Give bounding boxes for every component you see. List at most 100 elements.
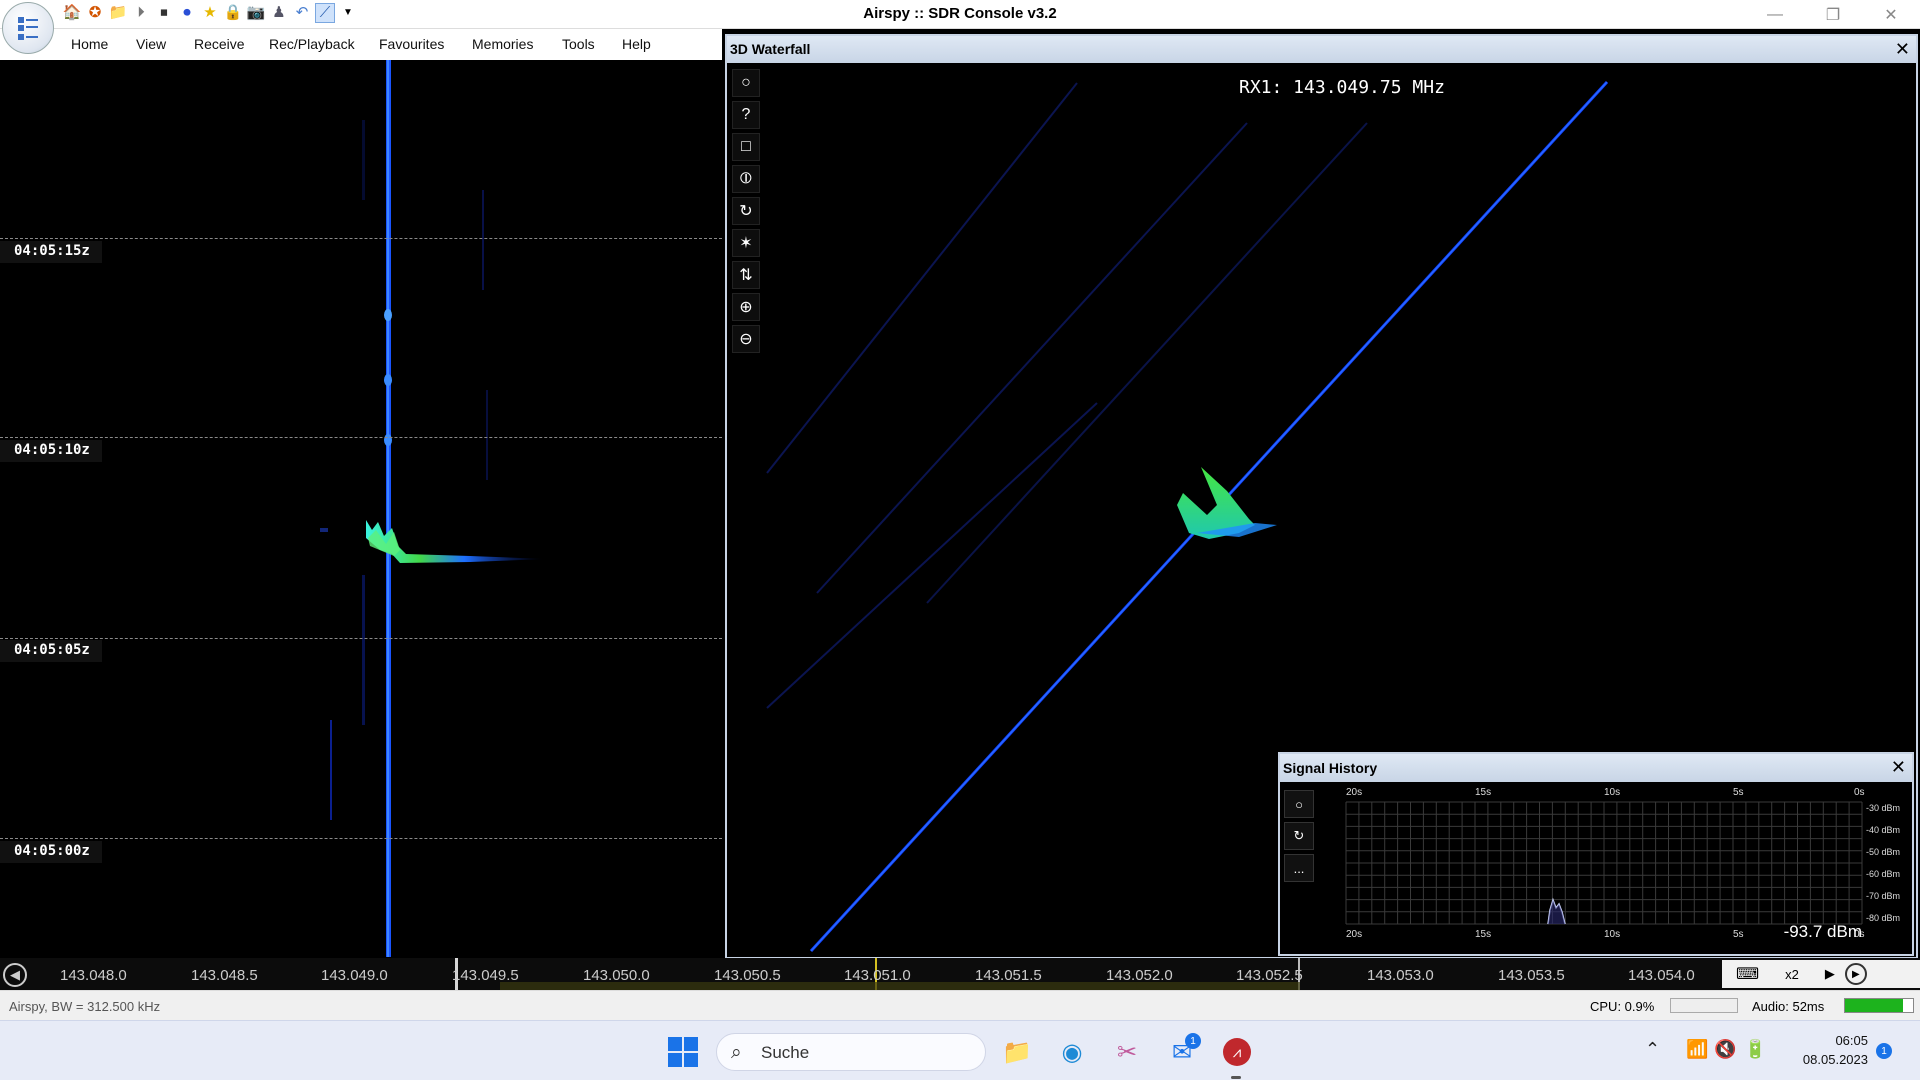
signal-history-panel: Signal History ✕ 20s 20s 15s 15s 10s 10s 5s 5s 0…	[1278, 752, 1914, 956]
sdr-console-taskbar-icon[interactable]: ⩘	[1220, 1035, 1254, 1069]
menu-favourites[interactable]: Favourites	[379, 36, 444, 52]
3d-waterfall-toolbar: ○ ? □ ⦶ ↻ ✶ ⇅ ⊕ ⊖	[732, 69, 760, 357]
wifi-icon[interactable]: 📶	[1686, 1039, 1708, 1060]
file-explorer-icon[interactable]: 📁	[1000, 1035, 1034, 1069]
device-bandwidth-status: Airspy, BW = 312.500 kHz	[9, 999, 161, 1014]
favourite-star-icon[interactable]: ★	[200, 3, 220, 23]
frequency-label: 143.050.5	[714, 967, 781, 984]
rotate-icon[interactable]: ↻	[732, 197, 760, 225]
time-axis-label: 10s	[1604, 929, 1620, 940]
snipping-tool-icon[interactable]: ✂	[1110, 1035, 1144, 1069]
play-icon[interactable]: ⏵	[131, 3, 151, 23]
scroll-right-button[interactable]: ▶	[1844, 963, 1867, 985]
title-bar: 🏠 ✪ 📁 ⏵ ⏹ ⏺ ★ 🔒 📷 ♟ ↶ ⟋ ▼ Airspy :: SDR …	[0, 0, 1920, 29]
3d-waterfall-close-button[interactable]: ✕	[1895, 39, 1910, 60]
level-axis-label: -30 dBm	[1866, 803, 1900, 813]
chart-icon[interactable]: ⟋	[315, 3, 335, 23]
user-icon[interactable]: ♟	[269, 3, 289, 23]
menu-tools[interactable]: Tools	[562, 36, 595, 52]
frequency-label: 143.048.0	[60, 967, 127, 984]
menu-receive[interactable]: Receive	[194, 36, 245, 52]
circle-icon[interactable]: ○	[1284, 790, 1314, 818]
time-axis-label: 10s	[1604, 787, 1620, 798]
taskbar-clock[interactable]: 06:05 08.05.2023	[1780, 1031, 1868, 1069]
signal-history-close-button[interactable]: ✕	[1891, 757, 1906, 778]
close-button[interactable]: ✕	[1862, 0, 1920, 29]
zoom-in-icon[interactable]: ⊕	[732, 293, 760, 321]
level-axis-label: -70 dBm	[1866, 891, 1900, 901]
time-label: 04:05:00z	[0, 841, 102, 863]
frequency-label: 143.049.5	[452, 967, 519, 984]
asterisk-icon[interactable]: ✶	[732, 229, 760, 257]
sdr-console-window: 🏠 ✪ 📁 ⏵ ⏹ ⏺ ★ 🔒 📷 ♟ ↶ ⟋ ▼ Airspy :: SDR …	[0, 0, 1920, 1080]
time-gridline	[0, 838, 722, 839]
cpu-status: CPU: 0.9%	[1590, 999, 1655, 1014]
mail-badge: 1	[1185, 1033, 1201, 1049]
square-icon[interactable]: □	[732, 133, 760, 161]
home-icon[interactable]: 🏠	[62, 3, 82, 23]
show-hidden-icons-icon[interactable]: ⌃	[1645, 1039, 1660, 1060]
edge-browser-icon[interactable]: ◉	[1055, 1035, 1089, 1069]
time-axis-label: 5s	[1733, 787, 1744, 798]
signal-history-toolbar: ○ ↻ ...	[1284, 790, 1314, 886]
dropdown-arrow-icon[interactable]: ▼	[338, 3, 358, 23]
frequency-scale[interactable]: ◀ 143.048.0 143.048.5 143.049.0 143.049.5 14…	[0, 958, 1920, 990]
keyboard-icon[interactable]: ⌨	[1736, 964, 1759, 984]
camera-icon[interactable]: 📷	[246, 3, 266, 23]
frequency-label: 143.052.0	[1106, 967, 1173, 984]
frequency-controls: ⌨ x2 ▶ ▶	[1722, 960, 1920, 988]
battery-icon[interactable]: 🔋	[1744, 1039, 1766, 1060]
frequency-label: 143.051.0	[844, 967, 911, 984]
level-axis-label: -80 dBm	[1866, 913, 1900, 923]
menu-memories[interactable]: Memories	[472, 36, 533, 52]
time-gridline	[0, 238, 722, 239]
search-placeholder: Suche	[761, 1043, 810, 1062]
start-button[interactable]	[668, 1037, 698, 1067]
application-menu-button[interactable]	[2, 2, 54, 54]
record-icon[interactable]: ⏺	[177, 3, 197, 23]
menu-home[interactable]: Home	[71, 36, 108, 52]
frequency-label: 143.049.0	[321, 967, 388, 984]
folder-icon[interactable]: 📁	[108, 3, 128, 23]
menu-rec-playback[interactable]: Rec/Playback	[269, 36, 355, 52]
help-icon[interactable]: ?	[732, 101, 760, 129]
waterfall-trace	[320, 60, 545, 957]
menu-view[interactable]: View	[136, 36, 166, 52]
zoom-next-icon[interactable]: ▶	[1825, 966, 1835, 982]
3d-waterfall-header: 3D Waterfall ✕	[727, 36, 1916, 63]
search-icon: ⌕	[731, 1042, 742, 1063]
info-icon[interactable]: ⦶	[732, 165, 760, 193]
notification-badge[interactable]: 1	[1876, 1043, 1892, 1059]
minimize-button[interactable]: —	[1746, 0, 1804, 29]
time-gridline	[0, 437, 722, 438]
audio-meter-fill	[1845, 999, 1903, 1012]
active-app-indicator	[1231, 1076, 1241, 1079]
zoom-out-icon[interactable]: ⊖	[732, 325, 760, 353]
volume-muted-icon[interactable]: 🔇	[1714, 1039, 1736, 1060]
taskbar-search[interactable]: ⌕ Suche	[716, 1033, 986, 1071]
stop-icon[interactable]: ⏹	[154, 3, 174, 23]
clock-time: 06:05	[1835, 1033, 1868, 1048]
audio-meter	[1844, 998, 1914, 1013]
frequency-label: 143.053.5	[1498, 967, 1565, 984]
signal-level-value: -93.7 dBm	[1783, 922, 1862, 941]
menu-bar: Home View Receive Rec/Playback Favourite…	[0, 29, 722, 60]
frequency-label: 143.051.5	[975, 967, 1042, 984]
lifebuoy-icon[interactable]: ✪	[85, 3, 105, 23]
time-axis-label: 0s	[1854, 787, 1865, 798]
menu-help[interactable]: Help	[622, 36, 651, 52]
zoom-level[interactable]: x2	[1785, 967, 1799, 982]
restore-button[interactable]: ❐	[1804, 0, 1862, 29]
status-bar: Airspy, BW = 312.500 kHz CPU: 0.9% Audio…	[0, 990, 1920, 1020]
undo-icon[interactable]: ↶	[292, 3, 312, 23]
lock-icon[interactable]: 🔒	[223, 3, 243, 23]
taskbar: ⌕ Suche 📁 ◉ ✂ ✉ 1 ⩘ ⌃ 📶 🔇 🔋 06:05 08.05.…	[0, 1020, 1920, 1080]
more-options-icon[interactable]: ...	[1284, 854, 1314, 882]
swap-icon[interactable]: ⇅	[732, 261, 760, 289]
cpu-meter	[1670, 998, 1738, 1013]
time-axis-label: 20s	[1346, 929, 1362, 940]
circle-icon[interactable]: ○	[732, 69, 760, 97]
signal-history-title: Signal History	[1283, 760, 1378, 776]
waterfall-display[interactable]: 04:05:15z 04:05:10z 04:05:05z 04:05:00z	[0, 60, 722, 957]
reset-icon[interactable]: ↻	[1284, 822, 1314, 850]
